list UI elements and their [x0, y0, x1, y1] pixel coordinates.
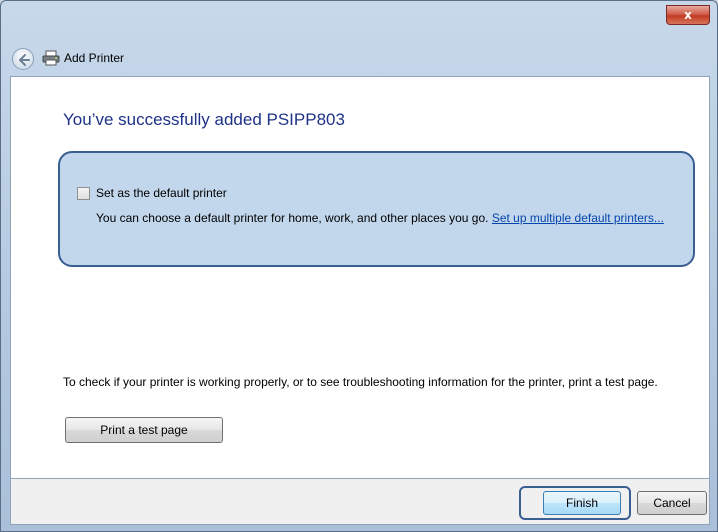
cancel-button[interactable]: Cancel [637, 491, 707, 515]
default-printer-label[interactable]: Set as the default printer [96, 186, 227, 200]
wizard-content: You’ve successfully added PSIPP803 Set a… [10, 76, 710, 479]
set-up-multiple-defaults-link[interactable]: Set up multiple default printers... [492, 211, 664, 225]
test-page-info: To check if your printer is working prop… [63, 375, 658, 389]
page-title: You’ve successfully added PSIPP803 [63, 110, 345, 129]
title-bar: Add Printer [1, 41, 717, 77]
default-printer-description: You can choose a default printer for hom… [96, 210, 666, 226]
window-title: Add Printer [64, 51, 125, 65]
back-button[interactable] [12, 48, 34, 70]
back-arrow-icon [19, 54, 30, 66]
button-bar: Finish Cancel [10, 479, 710, 525]
default-printer-checkbox[interactable] [77, 187, 90, 200]
print-test-page-button[interactable]: Print a test page [65, 417, 223, 443]
printer-icon [42, 50, 60, 66]
default-printer-panel: Set as the default printer You can choos… [58, 151, 695, 267]
description-text: You can choose a default printer for hom… [96, 211, 489, 225]
add-printer-window: x Add Printer You’ve successfully added … [0, 0, 718, 532]
finish-button[interactable]: Finish [543, 491, 621, 515]
close-button[interactable]: x [666, 5, 710, 25]
